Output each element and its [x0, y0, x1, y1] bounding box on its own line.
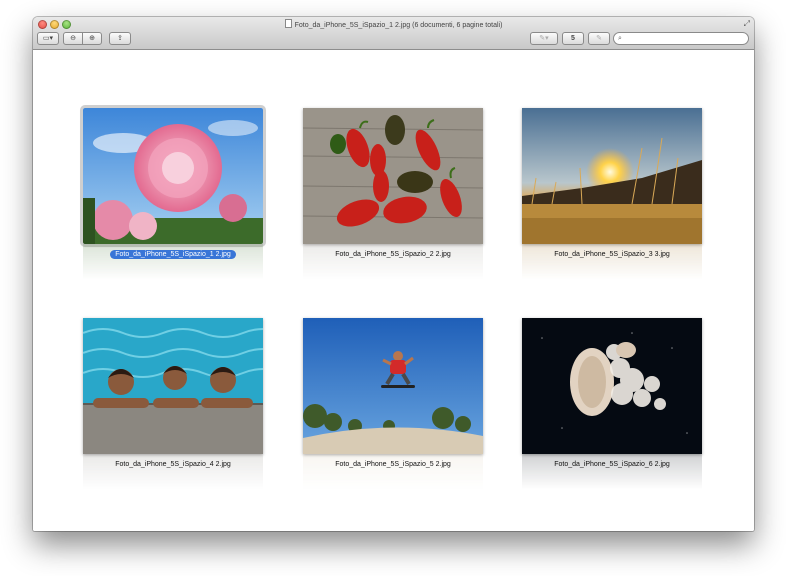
page-button-label: 5 [571, 35, 575, 42]
document-icon [284, 19, 292, 28]
window-title-text: Foto_da_iPhone_5S_iSpazio_1 2.jpg (6 doc… [294, 22, 503, 29]
thumbnail-4-caption: Foto_da_iPhone_5S_iSpazio_4 2.jpg [115, 461, 231, 468]
thumbnail-6-caption: Foto_da_iPhone_5S_iSpazio_6 2.jpg [554, 461, 670, 468]
thumbnail-3[interactable]: Foto_da_iPhone_5S_iSpazio_3 3.jpg [522, 108, 702, 280]
zoom-in-button[interactable]: ⊕ [82, 32, 102, 45]
search-icon: ⌕ [618, 35, 622, 42]
preview-window: Foto_da_iPhone_5S_iSpazio_1 2.jpg (6 doc… [33, 17, 754, 531]
share-icon: ⇪ [117, 35, 123, 42]
search-field[interactable]: ⌕ [613, 32, 749, 45]
thumbnail-5-image [303, 318, 483, 454]
thumbnail-3-image [522, 108, 702, 244]
window-title: Foto_da_iPhone_5S_iSpazio_1 2.jpg (6 doc… [33, 19, 754, 29]
title-bar: Foto_da_iPhone_5S_iSpazio_1 2.jpg (6 doc… [33, 17, 754, 50]
thumbnail-5-caption: Foto_da_iPhone_5S_iSpazio_5 2.jpg [335, 461, 451, 468]
sidebar-icon: ▭▾ [42, 35, 54, 42]
thumbnail-grid: Foto_da_iPhone_5S_iSpazio_1 2.jpg Foto_d… [33, 50, 754, 531]
annotate-button[interactable]: ✎▾ [530, 32, 558, 45]
zoom-out-button[interactable]: ⊖ [63, 32, 83, 45]
thumbnail-6[interactable]: Foto_da_iPhone_5S_iSpazio_6 2.jpg [522, 318, 702, 490]
sidebar-button[interactable]: ▭▾ [37, 32, 59, 45]
thumbnail-4-image [83, 318, 263, 454]
rotate-icon: ✎ [596, 35, 602, 42]
thumbnail-2-image [303, 108, 483, 244]
zoom-in-icon: ⊕ [89, 35, 95, 42]
thumbnail-5[interactable]: Foto_da_iPhone_5S_iSpazio_5 2.jpg [303, 318, 483, 490]
thumbnail-3-caption: Foto_da_iPhone_5S_iSpazio_3 3.jpg [554, 251, 670, 258]
thumbnail-2[interactable]: Foto_da_iPhone_5S_iSpazio_2 2.jpg [303, 108, 483, 280]
thumbnail-1[interactable]: Foto_da_iPhone_5S_iSpazio_1 2.jpg [80, 105, 266, 280]
thumbnail-2-caption: Foto_da_iPhone_5S_iSpazio_2 2.jpg [335, 251, 451, 258]
annotate-icon: ✎▾ [539, 35, 549, 42]
thumbnail-4[interactable]: Foto_da_iPhone_5S_iSpazio_4 2.jpg [83, 318, 263, 490]
rotate-button[interactable]: ✎ [588, 32, 610, 45]
page-button[interactable]: 5 [562, 32, 584, 45]
thumbnail-6-image [522, 318, 702, 454]
search-input[interactable] [626, 33, 742, 44]
thumbnail-1-caption: Foto_da_iPhone_5S_iSpazio_1 2.jpg [83, 250, 263, 259]
share-button[interactable]: ⇪ [109, 32, 131, 45]
thumbnail-1-image [80, 105, 266, 247]
zoom-out-icon: ⊖ [70, 35, 76, 42]
fullscreen-icon[interactable]: ⤢ [744, 19, 750, 29]
